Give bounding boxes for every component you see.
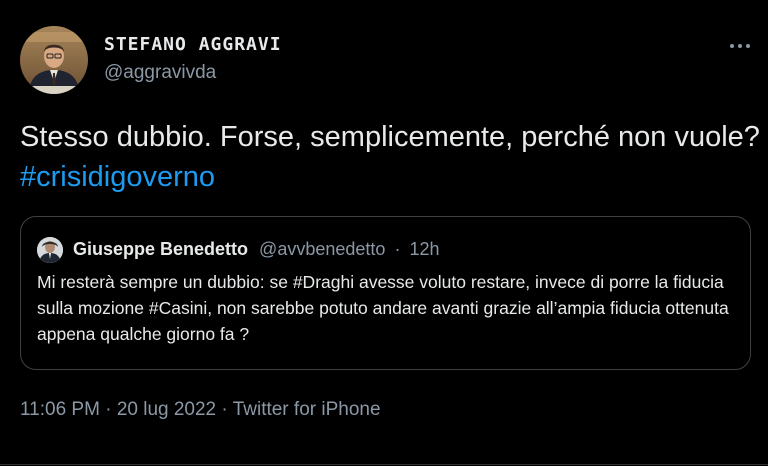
meta-separator: · — [221, 399, 228, 420]
more-horizontal-icon-dot — [738, 44, 742, 48]
tweet-time[interactable]: 11:06 PM — [20, 399, 100, 420]
quoted-tweet-header: Giuseppe Benedetto @avvbenedetto · 12h — [73, 239, 440, 260]
author-name[interactable]: STEFANO AGGRAVI — [104, 34, 282, 55]
more-horizontal-icon — [730, 44, 734, 48]
author-avatar[interactable] — [20, 26, 88, 94]
quoted-author-avatar-image — [37, 237, 63, 263]
tweet-source[interactable]: Twitter for iPhone — [233, 399, 381, 420]
quoted-separator: · — [394, 239, 401, 259]
divider — [0, 464, 768, 465]
quoted-author-name: Giuseppe Benedetto — [73, 239, 249, 259]
meta-separator: · — [105, 399, 112, 420]
tweet-text-body: Stesso dubbio. Forse, semplicemente, per… — [20, 121, 760, 153]
tweet-card: STEFANO AGGRAVI @aggravivda Stesso dubbi… — [0, 0, 768, 466]
tweet-text: Stesso dubbio. Forse, semplicemente, per… — [20, 117, 760, 197]
quoted-tweet-age: 12h — [409, 239, 440, 259]
author-avatar-image — [20, 26, 88, 94]
more-horizontal-icon-dot — [746, 44, 750, 48]
tweet-hashtag-link[interactable]: #crisidigoverno — [20, 161, 215, 193]
tweet-date[interactable]: 20 lug 2022 — [117, 399, 216, 420]
tweet-metadata: 11:06 PM · 20 lug 2022 · Twitter for iPh… — [20, 399, 381, 421]
quoted-author-handle: @avvbenedetto — [259, 239, 386, 259]
author-handle[interactable]: @aggravivda — [104, 62, 216, 84]
quoted-tweet[interactable]: Giuseppe Benedetto @avvbenedetto · 12h M… — [20, 216, 751, 370]
quoted-tweet-text: Mi resterà sempre un dubbio: se #Draghi … — [37, 272, 729, 344]
quoted-author-avatar — [37, 237, 63, 263]
more-options-button[interactable] — [724, 34, 756, 58]
